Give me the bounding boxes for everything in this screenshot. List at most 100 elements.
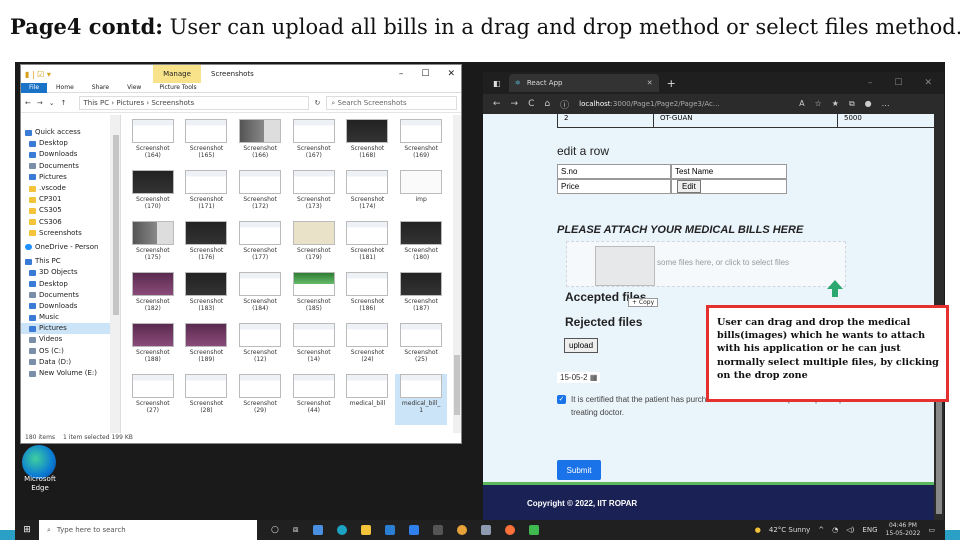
nav-item-os-c-[interactable]: OS (C:)	[21, 346, 110, 357]
notifications-icon[interactable]: ▭	[928, 526, 935, 534]
file-tile[interactable]: Screenshot (179)	[288, 221, 340, 272]
volume-icon[interactable]: ◁)	[846, 526, 854, 534]
file-tile[interactable]: Screenshot (172)	[234, 170, 286, 221]
terminal-icon[interactable]	[432, 525, 443, 535]
edge-icon[interactable]	[336, 525, 347, 535]
file-tile[interactable]: imp	[395, 170, 447, 221]
file-tile[interactable]: medical_bill_ 1	[395, 374, 447, 425]
nav-item-3d-objects[interactable]: 3D Objects	[21, 267, 110, 278]
close-icon[interactable]: ✕	[447, 65, 455, 83]
date-input[interactable]: 15-05-2 ▦	[557, 372, 601, 383]
file-tile[interactable]: Screenshot (184)	[234, 272, 286, 323]
file-tile[interactable]: Screenshot (176)	[181, 221, 233, 272]
lang-indicator[interactable]: ENG	[862, 526, 877, 534]
back-icon[interactable]: ←	[25, 99, 31, 107]
file-tile[interactable]: Screenshot (165)	[181, 119, 233, 170]
tab-close-icon[interactable]: ✕	[647, 79, 653, 87]
ribbon-tab-picture-tools[interactable]: Picture Tools	[150, 84, 205, 91]
nav-item-pictures[interactable]: Pictures	[21, 323, 110, 335]
weather-text[interactable]: 42°C Sunny	[769, 526, 810, 534]
nav-item-screenshots[interactable]: Screenshots	[21, 228, 110, 239]
cortana-icon[interactable]: ○	[271, 525, 279, 535]
file-tile[interactable]: Screenshot (181)	[342, 221, 394, 272]
forward-icon[interactable]: →	[511, 99, 519, 109]
up-icon[interactable]: ↑	[61, 99, 67, 107]
file-tile[interactable]: Screenshot (175)	[127, 221, 179, 272]
edge-desktop-icon[interactable]	[22, 445, 56, 479]
file-tile[interactable]: Screenshot (168)	[342, 119, 394, 170]
widgets-icon[interactable]	[312, 525, 323, 535]
weather-icon[interactable]: ●	[755, 526, 761, 534]
nav-item-new-volume-e-[interactable]: New Volume (E:)	[21, 368, 110, 379]
sno-value-input[interactable]: Test Name	[671, 164, 787, 179]
file-tile[interactable]: Screenshot (12)	[234, 323, 286, 374]
forward-icon[interactable]: →	[37, 99, 43, 107]
ribbon-tab-share[interactable]: Share	[83, 84, 118, 91]
file-tile[interactable]: Screenshot (187)	[395, 272, 447, 323]
file-tile[interactable]: Screenshot (24)	[342, 323, 394, 374]
certify-checkbox[interactable]: ✓	[557, 395, 566, 404]
network-icon[interactable]: ◔	[832, 526, 838, 534]
file-tile[interactable]: Screenshot (44)	[288, 374, 340, 425]
nav-item--vscode[interactable]: .vscode	[21, 183, 110, 194]
file-tile[interactable]: Screenshot (25)	[395, 323, 447, 374]
clock[interactable]: 04:46 PM 15-05-2022	[886, 522, 921, 538]
chrome-icon[interactable]	[456, 525, 467, 535]
edit-button[interactable]: Edit	[677, 180, 701, 193]
nav-item-documents[interactable]: Documents	[21, 161, 110, 172]
more-icon[interactable]: …	[882, 99, 890, 109]
nav-item-downloads[interactable]: Downloads	[21, 301, 110, 312]
nav-item-downloads[interactable]: Downloads	[21, 149, 110, 160]
vscode-icon[interactable]	[408, 525, 419, 535]
collections-icon[interactable]: ⧉	[849, 99, 855, 109]
nav-item-cs305[interactable]: CS305	[21, 205, 110, 216]
firefox-icon[interactable]	[504, 525, 515, 535]
maximize-icon[interactable]: ☐	[894, 78, 902, 88]
nav-item-desktop[interactable]: Desktop	[21, 138, 110, 149]
file-tile[interactable]: Screenshot (167)	[288, 119, 340, 170]
nav-item-documents[interactable]: Documents	[21, 290, 110, 301]
nav-scrollbar[interactable]	[111, 115, 121, 433]
file-tile[interactable]: Screenshot (186)	[342, 272, 394, 323]
calendar-icon[interactable]: ▦	[590, 373, 598, 382]
file-tile[interactable]: Screenshot (14)	[288, 323, 340, 374]
quick-access-toolbar-icon[interactable]: ▮ | ☑ ▾	[25, 70, 51, 79]
maximize-icon[interactable]: ☐	[421, 65, 429, 83]
file-tile[interactable]: Screenshot (188)	[127, 323, 179, 374]
app-icon[interactable]	[528, 525, 539, 535]
nav-item-cs306[interactable]: CS306	[21, 217, 110, 228]
upload-button[interactable]: upload	[564, 338, 599, 353]
refresh-icon[interactable]: C	[528, 99, 534, 109]
file-tile[interactable]: Screenshot (180)	[395, 221, 447, 272]
close-icon[interactable]: ✕	[924, 78, 932, 88]
tray-chevron-icon[interactable]: ^	[818, 526, 824, 534]
file-tile[interactable]: Screenshot (29)	[234, 374, 286, 425]
nav-item-data-d-[interactable]: Data (D:)	[21, 357, 110, 368]
nav-item-music[interactable]: Music	[21, 312, 110, 323]
home-icon[interactable]: ⌂	[544, 99, 550, 109]
task-view-icon[interactable]: ⧈	[293, 525, 299, 535]
chevron-down-icon[interactable]: ⌄	[49, 99, 55, 107]
read-aloud-icon[interactable]: A	[799, 99, 804, 109]
file-tile[interactable]: Screenshot (28)	[181, 374, 233, 425]
file-tile[interactable]: Screenshot (171)	[181, 170, 233, 221]
file-explorer-icon[interactable]	[360, 525, 371, 535]
file-tile[interactable]: Screenshot (189)	[181, 323, 233, 374]
windows-start-icon[interactable]: ⊞	[15, 525, 39, 535]
search-input[interactable]: ⌕ Search Screenshots	[326, 95, 457, 110]
new-tab-icon[interactable]: +	[667, 77, 676, 90]
mail-icon[interactable]	[384, 525, 395, 535]
tab-react-app[interactable]: ⚛ React App ✕	[508, 74, 659, 92]
address-path[interactable]: This PC › Pictures › Screenshots	[78, 95, 309, 110]
file-tile[interactable]: Screenshot (164)	[127, 119, 179, 170]
nav-item-videos[interactable]: Videos	[21, 334, 110, 345]
settings-icon[interactable]	[480, 525, 491, 535]
favorites-icon[interactable]: ★	[832, 99, 839, 109]
file-tile[interactable]: Screenshot (182)	[127, 272, 179, 323]
nav-item-pictures[interactable]: Pictures	[21, 172, 110, 183]
minimize-icon[interactable]: –	[868, 78, 873, 88]
tab-actions-icon[interactable]: ◧	[493, 79, 501, 88]
file-grid-scrollbar[interactable]	[453, 115, 461, 433]
ribbon-tab-file[interactable]: File	[21, 82, 48, 93]
file-tile[interactable]: Screenshot (169)	[395, 119, 447, 170]
